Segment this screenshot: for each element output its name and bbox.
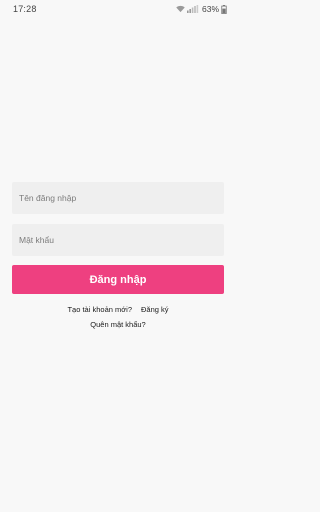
status-icons: 63%: [176, 4, 227, 14]
register-row: Tạo tài khoản mới? Đăng ký: [0, 305, 236, 314]
forgot-row: Quên mật khẩu?: [0, 320, 236, 329]
login-button[interactable]: Đăng nhập: [12, 265, 224, 294]
wifi-icon: [176, 5, 185, 13]
signal-icon: [186, 5, 199, 13]
battery-icon: [221, 4, 227, 14]
battery-percentage: 63%: [201, 4, 219, 14]
password-input[interactable]: [19, 235, 217, 245]
status-time: 17:28: [13, 4, 37, 14]
username-input[interactable]: [19, 193, 217, 203]
password-field[interactable]: [12, 224, 224, 256]
status-bar: 17:28 63%: [0, 0, 236, 18]
register-link[interactable]: Đăng ký: [141, 305, 169, 314]
forgot-password-link[interactable]: Quên mật khẩu?: [90, 320, 145, 329]
username-field[interactable]: [12, 182, 224, 214]
create-account-link[interactable]: Tạo tài khoản mới?: [67, 305, 132, 314]
